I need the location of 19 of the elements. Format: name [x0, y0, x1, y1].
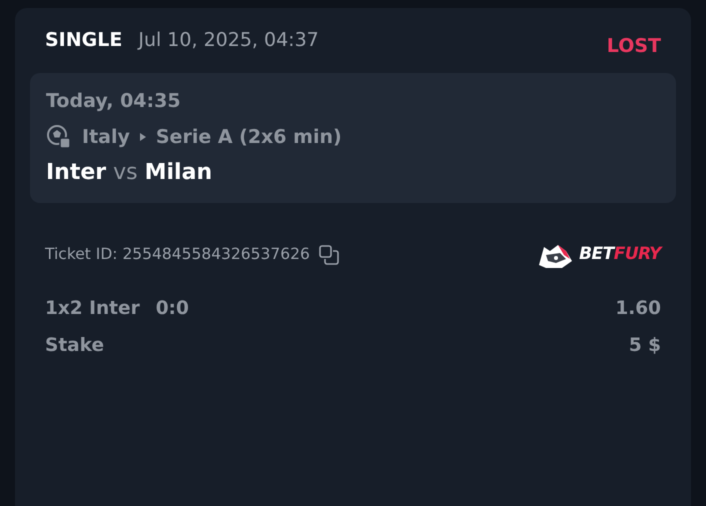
bet-date: Jul 10, 2025, 04:37	[138, 28, 319, 53]
line-value: 1.60	[615, 296, 661, 320]
country-name: Italy	[82, 125, 130, 150]
league-name: Serie A (2x6 min)	[156, 125, 342, 150]
ticket-id: Ticket ID: 2554845584326537626	[45, 244, 310, 265]
event-time: Today, 04:35	[46, 88, 182, 114]
away-team: Milan	[144, 158, 212, 186]
bet-type: SINGLE	[45, 28, 122, 53]
chevron-icon	[140, 133, 146, 142]
brand-logo: BETFURY	[579, 242, 661, 266]
soccer-ball-icon	[46, 124, 72, 150]
home-team: Inter	[46, 158, 106, 186]
versus-label: vs	[113, 158, 138, 186]
score: 0:0	[156, 296, 189, 320]
line-label: 1x2 Inter	[45, 296, 140, 320]
copy-icon[interactable]	[318, 244, 340, 266]
line-value: 5 $	[628, 334, 661, 358]
line-label: Stake	[45, 334, 104, 358]
bet-status: LOST	[606, 34, 661, 59]
